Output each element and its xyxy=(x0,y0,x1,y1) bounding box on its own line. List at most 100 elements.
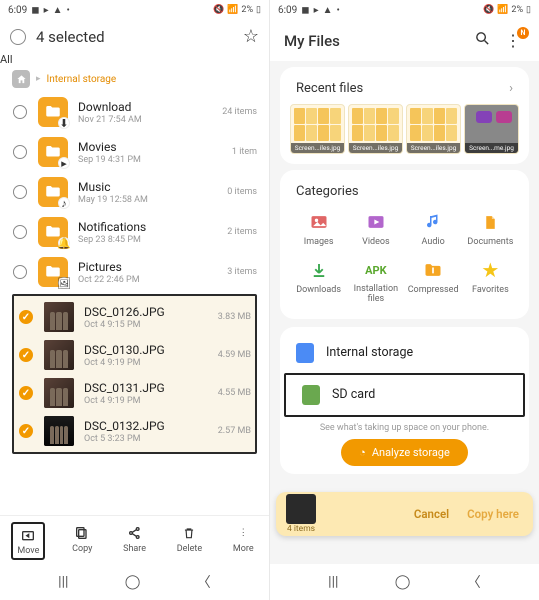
nav-back[interactable]: 〈 xyxy=(467,572,481,592)
app-title: My Files xyxy=(284,32,464,50)
move-button[interactable]: Move xyxy=(11,522,45,560)
internal-storage-icon xyxy=(296,343,314,363)
sd-card-icon xyxy=(302,385,320,405)
image-thumbnail xyxy=(44,416,74,446)
nav-recents[interactable]: ||| xyxy=(58,574,68,590)
storage-hint: See what's taking up space on your phone… xyxy=(280,423,529,433)
pie-icon: ◔ xyxy=(359,446,366,459)
category-audio[interactable]: Audio xyxy=(407,211,460,247)
nav-back[interactable]: 〈 xyxy=(197,572,211,592)
categories-card: Categories Images Videos Audio Documents… xyxy=(280,170,529,319)
folder-row[interactable]: ♪ MusicMay 19 12:58 AM 0 items xyxy=(8,172,261,212)
menu-button[interactable]: ⋮N xyxy=(501,31,525,50)
categories-title: Categories xyxy=(296,184,359,199)
battery-pct: 2% xyxy=(511,5,523,15)
sd-card-row[interactable]: SD card xyxy=(284,373,525,417)
copy-here-button[interactable]: Copy here xyxy=(463,503,523,525)
analyze-storage-button[interactable]: ◔ Analyze storage xyxy=(341,439,468,466)
row-checkbox-checked[interactable] xyxy=(19,348,33,362)
file-row[interactable]: DSC_0130.JPGOct 4 9:19 PM 4.59 MB xyxy=(16,336,253,374)
image-thumbnail xyxy=(44,340,74,370)
internal-storage-row[interactable]: Internal storage xyxy=(280,333,529,373)
folder-row[interactable]: 🖼 PicturesOct 22 2:46 PM 3 items xyxy=(8,252,261,292)
row-checkbox-checked[interactable] xyxy=(19,386,33,400)
battery-icon: ▯ xyxy=(526,5,531,15)
row-checkbox[interactable] xyxy=(13,105,27,119)
nav-home[interactable]: ◯ xyxy=(125,574,141,590)
copy-icon xyxy=(73,524,91,542)
select-all-checkbox[interactable] xyxy=(10,29,26,45)
folder-row[interactable]: ▸ MoviesSep 19 4:31 PM 1 item xyxy=(8,132,261,172)
folder-icon: 🖼 xyxy=(38,257,68,287)
recent-file-item[interactable]: Screen...iles.jpg xyxy=(406,104,461,154)
mute-icon: 🔇 xyxy=(213,5,224,15)
folder-count: 24 items xyxy=(222,107,257,117)
downloads-icon xyxy=(308,259,330,281)
more-button[interactable]: ⋮ More xyxy=(233,524,254,558)
category-downloads[interactable]: Downloads xyxy=(292,259,345,305)
image-thumbnail xyxy=(44,302,74,332)
category-compressed[interactable]: Compressed xyxy=(407,259,460,305)
image-thumbnail xyxy=(44,378,74,408)
copy-button[interactable]: Copy xyxy=(72,524,92,558)
notif-icon: ◼ xyxy=(31,5,39,16)
row-checkbox-checked[interactable] xyxy=(19,424,33,438)
row-checkbox[interactable] xyxy=(13,265,27,279)
folder-icon: ♪ xyxy=(38,177,68,207)
compressed-icon xyxy=(422,259,444,281)
folder-row[interactable]: 🔔 NotificationsSep 23 8:45 PM 2 items xyxy=(8,212,261,252)
delete-button[interactable]: Delete xyxy=(177,524,202,558)
audio-icon xyxy=(422,211,444,233)
category-apk[interactable]: APKInstallation files xyxy=(349,259,402,305)
battery-icon: ▯ xyxy=(256,5,261,15)
breadcrumb[interactable]: ▸ Internal storage xyxy=(0,66,269,92)
mute-icon: 🔇 xyxy=(483,5,494,15)
nav-recents[interactable]: ||| xyxy=(328,574,338,590)
chevron-right-icon[interactable]: › xyxy=(509,81,513,96)
home-icon[interactable] xyxy=(12,70,30,88)
search-button[interactable] xyxy=(474,30,491,51)
category-documents[interactable]: Documents xyxy=(464,211,517,247)
file-row[interactable]: DSC_0132.JPGOct 5 3:23 PM 2.57 MB xyxy=(16,412,253,450)
nav-home[interactable]: ◯ xyxy=(395,574,411,590)
notification-badge: N xyxy=(517,27,529,39)
action-toolbar: Move Copy Share Delete ⋮ More xyxy=(0,515,269,564)
share-button[interactable]: Share xyxy=(123,524,146,558)
recent-file-item[interactable]: Screen...iles.jpg xyxy=(290,104,345,154)
row-checkbox-checked[interactable] xyxy=(19,310,33,324)
folder-icon: 🔔 xyxy=(38,217,68,247)
recent-file-item[interactable]: Screen...iles.jpg xyxy=(348,104,403,154)
file-row[interactable]: DSC_0131.JPGOct 4 9:19 PM 4.55 MB xyxy=(16,374,253,412)
row-checkbox[interactable] xyxy=(13,145,27,159)
row-checkbox[interactable] xyxy=(13,185,27,199)
status-time: 6:09 xyxy=(8,5,27,16)
chevron-right-icon: ▸ xyxy=(36,74,41,84)
share-icon xyxy=(126,524,144,542)
more-icon: ⋮ xyxy=(234,524,252,542)
file-row[interactable]: DSC_0126.JPGOct 4 9:15 PM 3.83 MB xyxy=(16,298,253,336)
select-all-label: All xyxy=(0,53,269,66)
status-time: 6:09 xyxy=(278,5,297,16)
category-images[interactable]: Images xyxy=(292,211,345,247)
documents-icon xyxy=(479,211,501,233)
breadcrumb-current: Internal storage xyxy=(47,74,117,85)
folder-row[interactable]: ⬇ DownloadNov 21 7:54 AM 24 items xyxy=(8,92,261,132)
dot-icon: • xyxy=(337,5,340,16)
bell-badge-icon: 🔔 xyxy=(58,237,70,249)
cancel-button[interactable]: Cancel xyxy=(410,503,453,525)
folder-icon: ▸ xyxy=(38,137,68,167)
play-icon: ▸ xyxy=(44,5,49,16)
warning-icon: ▲ xyxy=(323,5,333,16)
system-nav: ||| ◯ 〈 xyxy=(0,564,269,600)
category-videos[interactable]: Videos xyxy=(349,211,402,247)
recent-files-card: Recent files › Screen...iles.jpg Screen.… xyxy=(280,67,529,164)
images-icon xyxy=(308,211,330,233)
recent-files-title: Recent files xyxy=(296,81,363,96)
image-badge-icon: 🖼 xyxy=(58,277,70,289)
row-checkbox[interactable] xyxy=(13,225,27,239)
favorite-button[interactable]: ☆ xyxy=(243,26,259,47)
recent-file-item[interactable]: Screen...me.jpg xyxy=(464,104,519,154)
download-badge-icon: ⬇ xyxy=(58,117,70,129)
category-favorites[interactable]: ★Favorites xyxy=(464,259,517,305)
videos-icon xyxy=(365,211,387,233)
